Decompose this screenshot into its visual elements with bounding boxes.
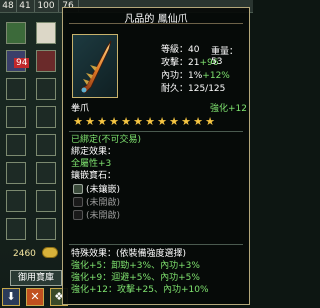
topbar-count: 41 xyxy=(16,0,35,12)
star-icon: ★ xyxy=(205,115,215,128)
star-icon: ★ xyxy=(133,115,143,128)
special-effect-line: 強化+5：卸勁+3%、內功+3% xyxy=(71,261,200,271)
inner-power-label: 內功： xyxy=(161,71,189,81)
down-arrow-icon[interactable]: ⬇ xyxy=(2,288,20,306)
special-effects-header: 特殊效果：(依裝備強度選擇) xyxy=(71,249,187,259)
inventory-slot[interactable] xyxy=(36,50,56,72)
inventory-slot[interactable] xyxy=(6,22,26,44)
topbar-count: 48 xyxy=(0,0,17,12)
topbar-count: 100 xyxy=(34,0,59,12)
attack-label: 攻擊： xyxy=(161,58,189,68)
gem-slot-row: (未開啟) xyxy=(71,208,247,221)
enhance-level: 強化+12 xyxy=(210,104,247,114)
item-tooltip: 凡品的 鳳仙爪 等級：40 攻擊：21+96 內功：1%+12% 耐久：125/… xyxy=(62,7,250,305)
enhance-stars: ★ ★ ★ ★ ★ ★ ★ ★ ★ ★ ★ ★ xyxy=(72,116,216,128)
gem-slot-icon xyxy=(73,209,83,220)
inner-power-value: 1% xyxy=(188,71,203,81)
item-info: 已綁定(不可交易) 綁定效果： 全屬性+3 鑲嵌寶石： (未鑲嵌) (未開啟) … xyxy=(71,134,247,221)
bind-effect-value: 全屬性+3 xyxy=(71,159,112,169)
star-icon: ★ xyxy=(109,115,119,128)
gem-slot-row: (未鑲嵌) xyxy=(71,182,247,195)
inventory-slot[interactable] xyxy=(36,190,56,212)
shop-button[interactable]: 御用寶庫 xyxy=(10,270,62,286)
claw-weapon-icon xyxy=(80,40,112,94)
inner-power-bonus: +12% xyxy=(202,71,230,81)
inventory-slot[interactable] xyxy=(6,106,26,128)
inventory-slot[interactable] xyxy=(6,162,26,184)
inventory-slot[interactable] xyxy=(36,22,56,44)
star-icon: ★ xyxy=(85,115,95,128)
crossed-swords-icon[interactable]: ✕ xyxy=(26,288,44,306)
gem-slot-row: (未開啟) xyxy=(71,195,247,208)
level-text: 等級：40 xyxy=(161,45,200,55)
star-icon: ★ xyxy=(145,115,155,128)
inventory-slot[interactable] xyxy=(36,162,56,184)
inventory-slot[interactable] xyxy=(36,218,56,240)
star-icon: ★ xyxy=(181,115,191,128)
inventory-slot[interactable] xyxy=(6,78,26,100)
special-effect-line: 強化+9：迴避+5%、內功+5% xyxy=(71,273,200,283)
attack-value: 21 xyxy=(188,58,200,68)
star-icon: ★ xyxy=(157,115,167,128)
inventory-slot[interactable] xyxy=(6,218,26,240)
item-icon-frame xyxy=(72,34,118,98)
stat-inner-power: 內功：1%+12% xyxy=(161,70,249,83)
gold-coin-icon xyxy=(42,247,58,258)
special-effects: 特殊效果：(依裝備強度選擇) 強化+5：卸勁+3%、內功+3% 強化+9：迴避+… xyxy=(71,248,249,296)
star-icon: ★ xyxy=(193,115,203,128)
gem-slot-status: (未開啟) xyxy=(86,198,121,208)
gem-slots-label: 鑲嵌寶石： xyxy=(71,171,117,181)
title-divider xyxy=(69,23,243,24)
weight-text: 重量：53 xyxy=(211,47,239,67)
stat-durability: 耐久：125/125 xyxy=(161,83,249,96)
inventory-slot[interactable] xyxy=(36,106,56,128)
bind-effect-label: 綁定效果： xyxy=(71,147,117,157)
star-icon: ★ xyxy=(121,115,131,128)
special-effect-line: 強化+12：攻擊+25、內功+10% xyxy=(71,285,209,295)
money-amount: 2460 xyxy=(13,249,36,259)
durability-text: 耐久：125/125 xyxy=(161,84,226,94)
slot-count-badge: 94 xyxy=(14,58,30,68)
inventory-slot[interactable] xyxy=(6,190,26,212)
bound-status: 已綁定(不可交易) xyxy=(71,135,142,145)
divider xyxy=(69,244,243,245)
gem-slot-icon xyxy=(73,196,83,207)
star-icon: ★ xyxy=(97,115,107,128)
star-icon: ★ xyxy=(73,115,83,128)
gem-slot-icon xyxy=(73,183,83,194)
divider xyxy=(69,131,243,132)
star-icon: ★ xyxy=(169,115,179,128)
inventory-slot[interactable] xyxy=(36,134,56,156)
inventory-slot[interactable] xyxy=(6,134,26,156)
inventory-slot[interactable] xyxy=(36,78,56,100)
gem-slot-status: (未鑲嵌) xyxy=(86,185,121,195)
gem-slot-status: (未開啟) xyxy=(86,211,121,221)
